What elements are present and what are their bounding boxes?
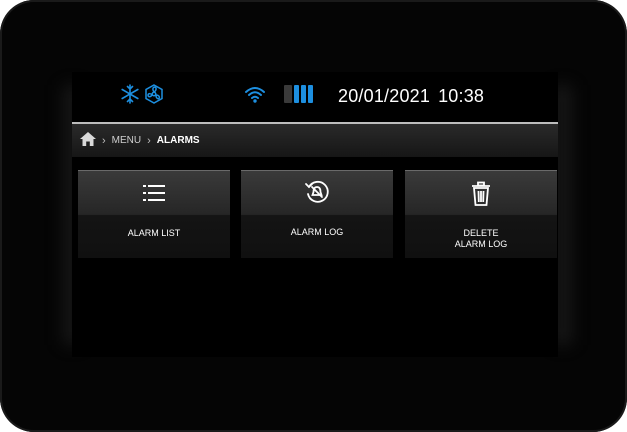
- home-icon[interactable]: [80, 132, 96, 149]
- delete-alarm-log-label: DELETE ALARM LOG: [405, 228, 557, 250]
- alarm-list-label: ALARM LIST: [127, 228, 181, 238]
- wifi-icon: [244, 84, 266, 109]
- alarm-log-button[interactable]: ALARM LOG: [241, 170, 393, 258]
- delete-label-line1: DELETE: [463, 228, 499, 238]
- breadcrumb: › MENU › ALARMS: [72, 122, 558, 157]
- trash-icon: [470, 181, 492, 212]
- snowflake-icon: [120, 84, 140, 109]
- device-frame: 20/01/2021 10:38 › MENU › ALARMS ALARM L…: [0, 0, 627, 432]
- delete-label-line2: ALARM LOG: [454, 239, 508, 249]
- breadcrumb-menu[interactable]: MENU: [112, 135, 141, 146]
- time-text: 10:38: [438, 86, 485, 106]
- fan-icon: [144, 84, 164, 109]
- chevron-right-icon: ›: [147, 134, 151, 147]
- date-time: 20/01/2021 10:38: [338, 86, 484, 107]
- touch-screen: 20/01/2021 10:38 › MENU › ALARMS ALARM L…: [72, 72, 558, 357]
- breadcrumb-alarms: ALARMS: [156, 135, 200, 146]
- status-bar: 20/01/2021 10:38: [72, 72, 558, 120]
- list-icon: [141, 182, 167, 209]
- alarm-list-button[interactable]: ALARM LIST: [78, 170, 230, 258]
- menu-tiles: ALARM LIST ALARM LOG DELETE ALARM LOG: [78, 170, 557, 260]
- chevron-right-icon: ›: [102, 134, 106, 147]
- alarm-log-icon: [304, 179, 330, 210]
- delete-alarm-log-button[interactable]: DELETE ALARM LOG: [405, 170, 557, 258]
- alarm-log-label: ALARM LOG: [290, 227, 344, 237]
- date-text: 20/01/2021: [338, 86, 431, 106]
- battery-icon: [284, 85, 313, 103]
